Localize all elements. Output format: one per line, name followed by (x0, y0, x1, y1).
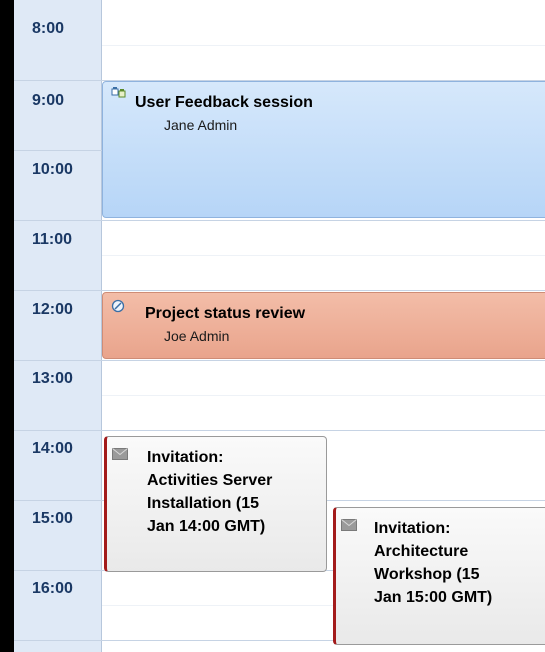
event-title-line: Jan 14:00 GMT) (147, 518, 266, 535)
event-invitation-activities-server[interactable]: Invitation: Activities Server Installati… (104, 436, 327, 572)
time-label-11: 11:00 (32, 231, 73, 248)
event-title-line: Installation (15 (147, 495, 260, 512)
time-label-8: 8:00 (32, 20, 65, 37)
event-title: Project status review (145, 305, 306, 322)
event-organizer: Joe Admin (164, 328, 230, 344)
event-title-line: Activities Server (147, 472, 273, 489)
hour-divider (14, 430, 545, 431)
task-icon (111, 299, 125, 318)
event-title-line: Architecture (374, 543, 469, 560)
event-title-line: Jan 15:00 GMT) (374, 589, 493, 606)
event-title-line: Workshop (15 (374, 566, 480, 583)
calendar-day-view: 8:00 9:00 10:00 11:00 12:00 13:00 14:00 … (14, 0, 545, 652)
event-title-line: Invitation: (147, 449, 224, 466)
envelope-icon (341, 518, 357, 536)
meeting-icon (111, 86, 127, 105)
event-title: User Feedback session (135, 94, 313, 111)
time-label-14: 14:00 (32, 440, 73, 457)
time-label-13: 13:00 (32, 370, 73, 387)
event-title-line: Invitation: (374, 520, 451, 537)
time-label-15: 15:00 (32, 510, 73, 527)
time-label-9: 9:00 (32, 92, 65, 109)
hour-divider (14, 220, 545, 221)
event-invitation-architecture-workshop[interactable]: Invitation: Architecture Workshop (15 Ja… (333, 507, 545, 645)
hour-divider (14, 360, 545, 361)
hour-divider (14, 290, 545, 291)
event-user-feedback-session[interactable]: User Feedback session Jane Admin (102, 81, 545, 218)
time-column: 8:00 9:00 10:00 11:00 12:00 13:00 14:00 … (14, 0, 102, 652)
time-label-12: 12:00 (32, 301, 73, 318)
envelope-icon (112, 447, 128, 465)
event-project-status-review[interactable]: Project status review Joe Admin (102, 292, 545, 359)
time-label-16: 16:00 (32, 580, 73, 597)
half-hour-divider (102, 45, 545, 46)
event-organizer: Jane Admin (164, 117, 238, 133)
half-hour-divider (102, 255, 545, 256)
half-hour-divider (102, 395, 545, 396)
time-label-10: 10:00 (32, 161, 73, 178)
